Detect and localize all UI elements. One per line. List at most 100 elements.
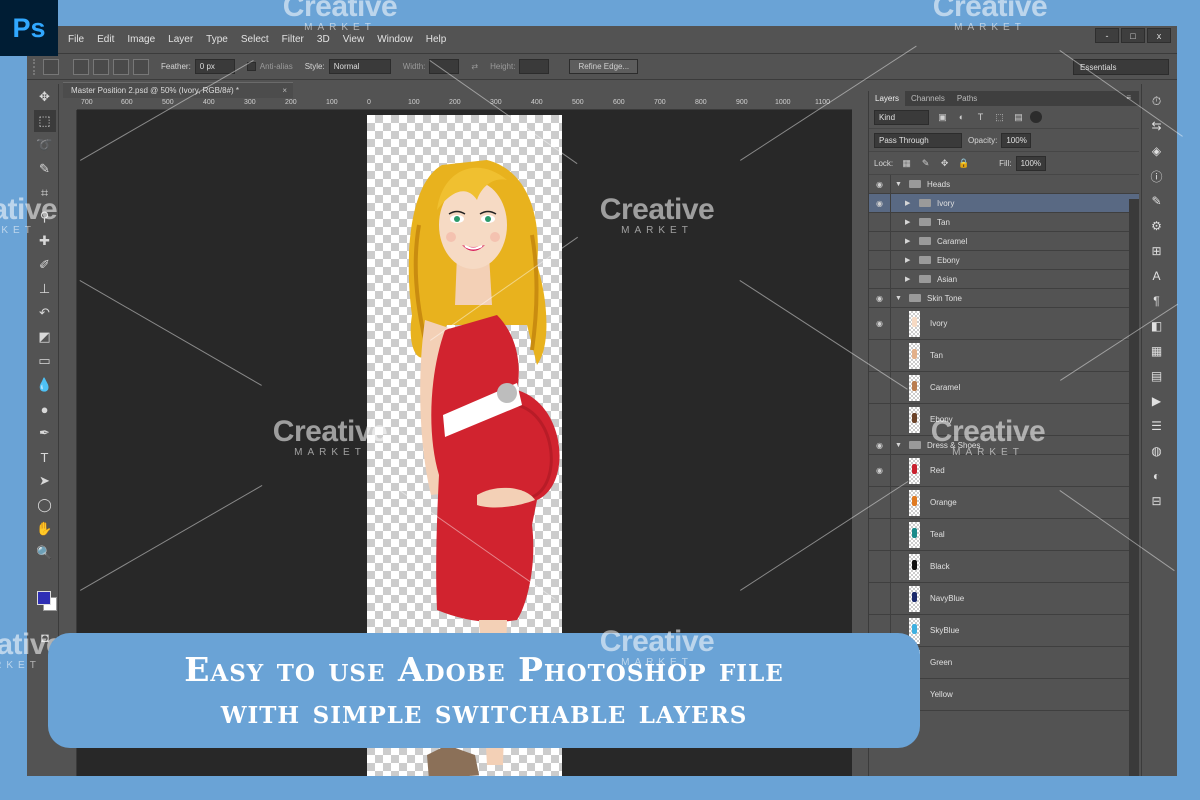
history-icon[interactable]: ⏱ — [1149, 93, 1165, 109]
visibility-eye-icon[interactable]: ◉ — [869, 194, 891, 212]
tab-paths[interactable]: Paths — [951, 91, 983, 106]
menu-3d[interactable]: 3D — [317, 34, 330, 45]
tool-presets-icon[interactable]: ⚙ — [1149, 218, 1165, 234]
layer-dress-teal[interactable]: Teal — [869, 519, 1139, 551]
lasso-icon[interactable]: ➰ — [34, 134, 56, 156]
height-input[interactable] — [519, 59, 550, 74]
subtract-selection-icon[interactable] — [113, 58, 129, 75]
quick-select-icon[interactable]: ✎ — [34, 158, 56, 180]
visibility-eye-icon[interactable]: ◉ — [869, 455, 891, 486]
timeline-icon[interactable]: ⊟ — [1149, 493, 1165, 509]
info-icon[interactable]: ⓘ — [1149, 168, 1165, 184]
layer-skin-ebony[interactable]: Ebony — [869, 404, 1139, 436]
layer-skin-caramel[interactable]: Caramel — [869, 372, 1139, 404]
layer-skin-ivory[interactable]: ◉ Ivory — [869, 308, 1139, 340]
layer-dress-navyblue[interactable]: NavyBlue — [869, 583, 1139, 615]
filter-toggle[interactable] — [1030, 111, 1042, 123]
visibility-eye-icon[interactable]: ◉ — [869, 436, 891, 454]
visibility-off-icon[interactable] — [869, 519, 891, 550]
lock-transparency-icon[interactable]: ▦ — [901, 158, 912, 169]
crop-icon[interactable]: ⌗ — [34, 182, 56, 204]
adjustment-filter-icon[interactable]: ◐ — [956, 112, 967, 123]
expand-triangle-icon[interactable]: ▼ — [895, 181, 905, 188]
menu-select[interactable]: Select — [241, 34, 269, 45]
eyedropper-icon[interactable]: ⚲ — [34, 206, 56, 228]
close-document-icon[interactable]: × — [282, 86, 287, 95]
opacity-input[interactable]: 100% — [1001, 132, 1032, 148]
menu-file[interactable]: File — [68, 34, 84, 45]
workspace-select[interactable]: Essentials — [1073, 59, 1169, 75]
move-icon[interactable]: ✥ — [34, 86, 56, 108]
visibility-off-icon[interactable] — [869, 213, 891, 231]
collapsed-triangle-icon[interactable]: ▶ — [905, 256, 915, 264]
layer-group-heads-ivory[interactable]: ◉ ▶ Ivory — [869, 194, 1139, 213]
layer-group-heads-ebony[interactable]: ▶ Ebony — [869, 251, 1139, 270]
layer-dress-red[interactable]: ◉ Red — [869, 455, 1139, 487]
maximize-button[interactable]: □ — [1121, 28, 1145, 43]
layer-dress-black[interactable]: Black — [869, 551, 1139, 583]
add-selection-icon[interactable] — [93, 58, 109, 75]
layers-scrollbar[interactable] — [1129, 199, 1139, 776]
blur-icon[interactable]: 💧 — [34, 374, 56, 396]
visibility-eye-icon[interactable]: ◉ — [869, 175, 891, 193]
menu-edit[interactable]: Edit — [97, 34, 114, 45]
menu-filter[interactable]: Filter — [282, 34, 304, 45]
collapsed-triangle-icon[interactable]: ▶ — [905, 218, 915, 226]
layer-group-skin-tone[interactable]: ◉ ▼ Skin Tone — [869, 289, 1139, 308]
path-select-icon[interactable]: ➤ — [34, 470, 56, 492]
character-icon[interactable]: A — [1149, 268, 1165, 284]
tab-channels[interactable]: Channels — [905, 91, 951, 106]
spot-heal-icon[interactable]: ✚ — [34, 230, 56, 252]
menu-layer[interactable]: Layer — [168, 34, 193, 45]
hand-icon[interactable]: ✋ — [34, 518, 56, 540]
clone-stamp-icon[interactable]: ⊥ — [34, 278, 56, 300]
ellipse-icon[interactable]: ◯ — [34, 494, 56, 516]
foreground-color-swatch[interactable] — [37, 591, 51, 605]
paragraph-icon[interactable]: ¶ — [1149, 293, 1165, 309]
visibility-off-icon[interactable] — [869, 270, 891, 288]
layer-dress-orange[interactable]: Orange — [869, 487, 1139, 519]
swatches-icon[interactable]: ▦ — [1149, 343, 1165, 359]
collapsed-triangle-icon[interactable]: ▶ — [905, 275, 915, 283]
marquee-tool-preset-icon[interactable] — [43, 58, 59, 75]
refine-edge-button[interactable]: Refine Edge... — [569, 59, 639, 74]
zoom-icon[interactable]: 🔍 — [34, 542, 56, 564]
actions-icon[interactable]: ▶ — [1149, 393, 1165, 409]
properties-icon[interactable]: ☰ — [1149, 418, 1165, 434]
visibility-off-icon[interactable] — [869, 404, 891, 435]
dodge-icon[interactable]: ● — [34, 398, 56, 420]
layer-group-heads-tan[interactable]: ▶ Tan — [869, 213, 1139, 232]
menu-view[interactable]: View — [343, 34, 365, 45]
marquee-icon[interactable]: ⬚ — [33, 110, 56, 132]
tab-layers[interactable]: Layers — [869, 91, 906, 106]
visibility-eye-icon[interactable]: ◉ — [869, 308, 891, 339]
lock-all-icon[interactable]: 🔒 — [958, 158, 969, 169]
smart-object-filter-icon[interactable]: ▤ — [1013, 112, 1024, 123]
visibility-off-icon[interactable] — [869, 251, 891, 269]
layer-group-heads[interactable]: ◉ ▼ Heads — [869, 175, 1139, 194]
notes-icon[interactable]: ▤ — [1149, 368, 1165, 384]
3d-icon[interactable]: ◍ — [1149, 443, 1165, 459]
visibility-off-icon[interactable] — [869, 583, 891, 614]
swap-icon[interactable]: ⇄ — [471, 62, 478, 71]
options-grip-icon[interactable] — [33, 58, 39, 75]
menu-window[interactable]: Window — [377, 34, 413, 45]
color-icon[interactable]: ◈ — [1149, 143, 1165, 159]
fill-input[interactable]: 100% — [1015, 155, 1046, 171]
lock-position-icon[interactable]: ✥ — [939, 158, 950, 169]
pixel-filter-icon[interactable]: ▣ — [937, 112, 948, 123]
expand-triangle-icon[interactable]: ▼ — [895, 442, 905, 449]
minimize-button[interactable]: - — [1095, 28, 1119, 43]
collapsed-triangle-icon[interactable]: ▶ — [905, 237, 915, 245]
expand-triangle-icon[interactable]: ▼ — [895, 295, 905, 302]
kind-filter-select[interactable]: Kind — [874, 109, 929, 125]
navigator-icon[interactable]: ◐ — [1149, 468, 1165, 484]
menu-type[interactable]: Type — [206, 34, 228, 45]
menu-image[interactable]: Image — [127, 34, 155, 45]
visibility-off-icon[interactable] — [869, 232, 891, 250]
new-selection-icon[interactable] — [73, 58, 89, 75]
intersect-selection-icon[interactable] — [133, 58, 149, 75]
blend-mode-select[interactable]: Pass Through — [874, 132, 962, 148]
collapsed-triangle-icon[interactable]: ▶ — [905, 199, 915, 207]
layer-group-dress-shoes[interactable]: ◉ ▼ Dress & Shoes — [869, 436, 1139, 455]
